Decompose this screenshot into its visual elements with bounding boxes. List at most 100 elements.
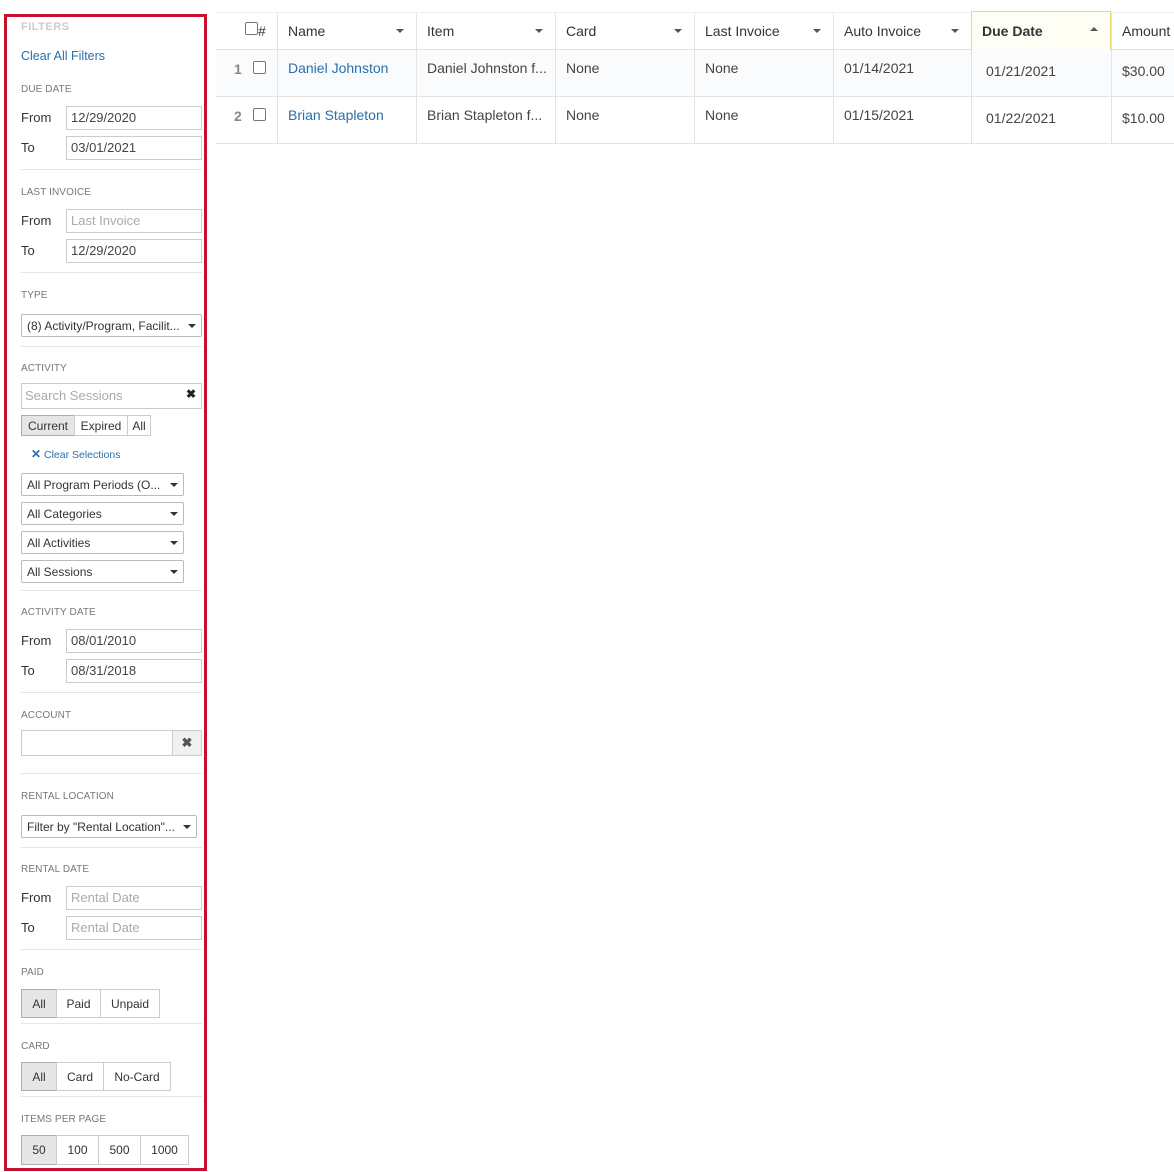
row-auto-invoice: 01/14/2021	[833, 50, 971, 96]
type-select[interactable]: (8) Activity/Program, Facilit...	[21, 314, 202, 337]
card-card-button[interactable]: Card	[56, 1062, 104, 1091]
rental-location-select[interactable]: Filter by "Rental Location"...	[21, 815, 197, 838]
last-invoice-to-input[interactable]: 12/29/2020	[66, 239, 202, 263]
due-date-label: DUE DATE	[21, 84, 72, 95]
due-date-from-input[interactable]: 12/29/2020	[66, 106, 202, 130]
due-date-to-input[interactable]: 03/01/2021	[66, 136, 202, 160]
table-row[interactable]: 1 Daniel Johnston Daniel Johnston f... N…	[216, 50, 1174, 97]
row-amount: $10.00	[1111, 97, 1174, 143]
sort-ascending-icon[interactable]	[1090, 27, 1098, 31]
row-last-invoice: None	[694, 50, 833, 96]
paid-paid-button[interactable]: Paid	[56, 989, 101, 1018]
type-select-value: (8) Activity/Program, Facilit...	[27, 319, 180, 333]
last-invoice-label: LAST INVOICE	[21, 187, 91, 198]
divider	[21, 1023, 202, 1024]
select-all-checkbox[interactable]	[245, 22, 258, 35]
page-size-100-button[interactable]: 100	[56, 1135, 99, 1165]
activities-value: All Activities	[27, 536, 91, 550]
row-number: 2	[234, 108, 242, 124]
row-select-cell: 1	[216, 50, 277, 96]
column-header-label: Card	[566, 23, 597, 39]
rental-date-to-label: To	[21, 920, 35, 935]
chevron-down-icon[interactable]	[396, 29, 404, 33]
row-due-date: 01/22/2021	[971, 97, 1111, 143]
table-row[interactable]: 2 Brian Stapleton Brian Stapleton f... N…	[216, 97, 1174, 144]
sessions-value: All Sessions	[27, 565, 93, 579]
chevron-down-icon[interactable]	[674, 29, 682, 33]
chevron-down-icon[interactable]	[951, 29, 959, 33]
activity-date-from-label: From	[21, 633, 52, 648]
page-size-500-button[interactable]: 500	[98, 1135, 141, 1165]
divider	[21, 590, 202, 591]
close-icon[interactable]: ✖	[186, 387, 196, 401]
last-invoice-from-label: From	[21, 213, 52, 228]
column-header-name[interactable]: Name	[277, 13, 416, 50]
rental-date-to-input[interactable]: Rental Date	[66, 916, 202, 940]
paid-unpaid-button[interactable]: Unpaid	[100, 989, 160, 1018]
column-header-amount[interactable]: Amount	[1111, 13, 1174, 50]
activity-date-label: ACTIVITY DATE	[21, 607, 96, 618]
column-header-label: Auto Invoice	[844, 23, 922, 39]
categories-value: All Categories	[27, 507, 102, 521]
row-checkbox[interactable]	[253, 61, 266, 74]
column-header-label: Last Invoice	[705, 23, 780, 39]
rental-date-from-input[interactable]: Rental Date	[66, 886, 202, 910]
column-header-label: Item	[427, 23, 455, 39]
column-header-auto-invoice[interactable]: Auto Invoice	[833, 13, 971, 50]
page-size-1000-button[interactable]: 1000	[140, 1135, 189, 1165]
scope-current-button[interactable]: Current	[21, 415, 75, 436]
close-icon[interactable]: ✖	[172, 731, 201, 755]
last-invoice-from-input[interactable]: Last Invoice	[66, 209, 202, 233]
scope-expired-button[interactable]: Expired	[74, 415, 128, 436]
card-no-card-button[interactable]: No-Card	[103, 1062, 171, 1091]
categories-select[interactable]: All Categories	[21, 502, 184, 525]
column-header-last-invoice[interactable]: Last Invoice	[694, 13, 833, 50]
divider	[21, 272, 202, 273]
close-icon: ✕	[31, 447, 42, 461]
activity-date-to-input[interactable]: 08/31/2018	[66, 659, 202, 683]
column-header-due-date[interactable]: Due Date	[971, 11, 1111, 51]
filters-sidebar: FILTERS Clear All Filters DUE DATE From …	[4, 14, 207, 1171]
chevron-down-icon	[170, 483, 178, 487]
page-size-50-button[interactable]: 50	[21, 1135, 57, 1165]
chevron-down-icon[interactable]	[535, 29, 543, 33]
row-number: 1	[234, 61, 242, 77]
rental-location-label: RENTAL LOCATION	[21, 791, 114, 802]
column-header-label: Name	[288, 23, 326, 39]
chevron-down-icon[interactable]	[813, 29, 821, 33]
column-header-card[interactable]: Card	[555, 13, 694, 50]
account-label: ACCOUNT	[21, 710, 72, 721]
row-name-link[interactable]: Daniel Johnston	[277, 50, 416, 96]
paid-all-button[interactable]: All	[21, 989, 57, 1018]
paid-group: All Paid Unpaid	[21, 989, 160, 1018]
column-header-label: Amount	[1122, 23, 1171, 39]
paid-label: PAID	[21, 967, 44, 978]
clear-selections-link[interactable]: ✕ Clear Selections	[31, 447, 120, 461]
row-checkbox[interactable]	[253, 108, 266, 121]
clear-selections-label: Clear Selections	[43, 449, 121, 461]
rental-date-from-row: From Rental Date	[21, 886, 203, 910]
card-all-button[interactable]: All	[21, 1062, 57, 1091]
header-select-cell: #	[216, 13, 277, 50]
divider	[21, 773, 202, 774]
program-periods-value: All Program Periods (O...	[27, 478, 161, 492]
row-select-cell: 2	[216, 97, 277, 143]
program-periods-select[interactable]: All Program Periods (O...	[21, 473, 184, 496]
activity-date-from-input[interactable]: 08/01/2010	[66, 629, 202, 653]
clear-all-filters-link[interactable]: Clear All Filters	[21, 49, 105, 63]
row-card: None	[555, 97, 694, 143]
items-per-page-label: ITEMS PER PAGE	[21, 1114, 107, 1125]
column-header-item[interactable]: Item	[416, 13, 555, 50]
row-item: Daniel Johnston f...	[416, 50, 555, 96]
activities-select[interactable]: All Activities	[21, 531, 184, 554]
due-date-to-label: To	[21, 140, 35, 155]
row-name-link[interactable]: Brian Stapleton	[277, 97, 416, 143]
sessions-select[interactable]: All Sessions	[21, 560, 184, 583]
search-sessions-input[interactable]: Search Sessions ✖	[21, 383, 202, 409]
due-date-from-label: From	[21, 110, 52, 125]
row-auto-invoice: 01/15/2021	[833, 97, 971, 143]
last-invoice-to-label: To	[21, 243, 35, 258]
scope-all-button[interactable]: All	[127, 415, 151, 436]
items-per-page-group: 50 100 500 1000	[21, 1135, 189, 1165]
account-input[interactable]: ✖	[21, 730, 202, 756]
